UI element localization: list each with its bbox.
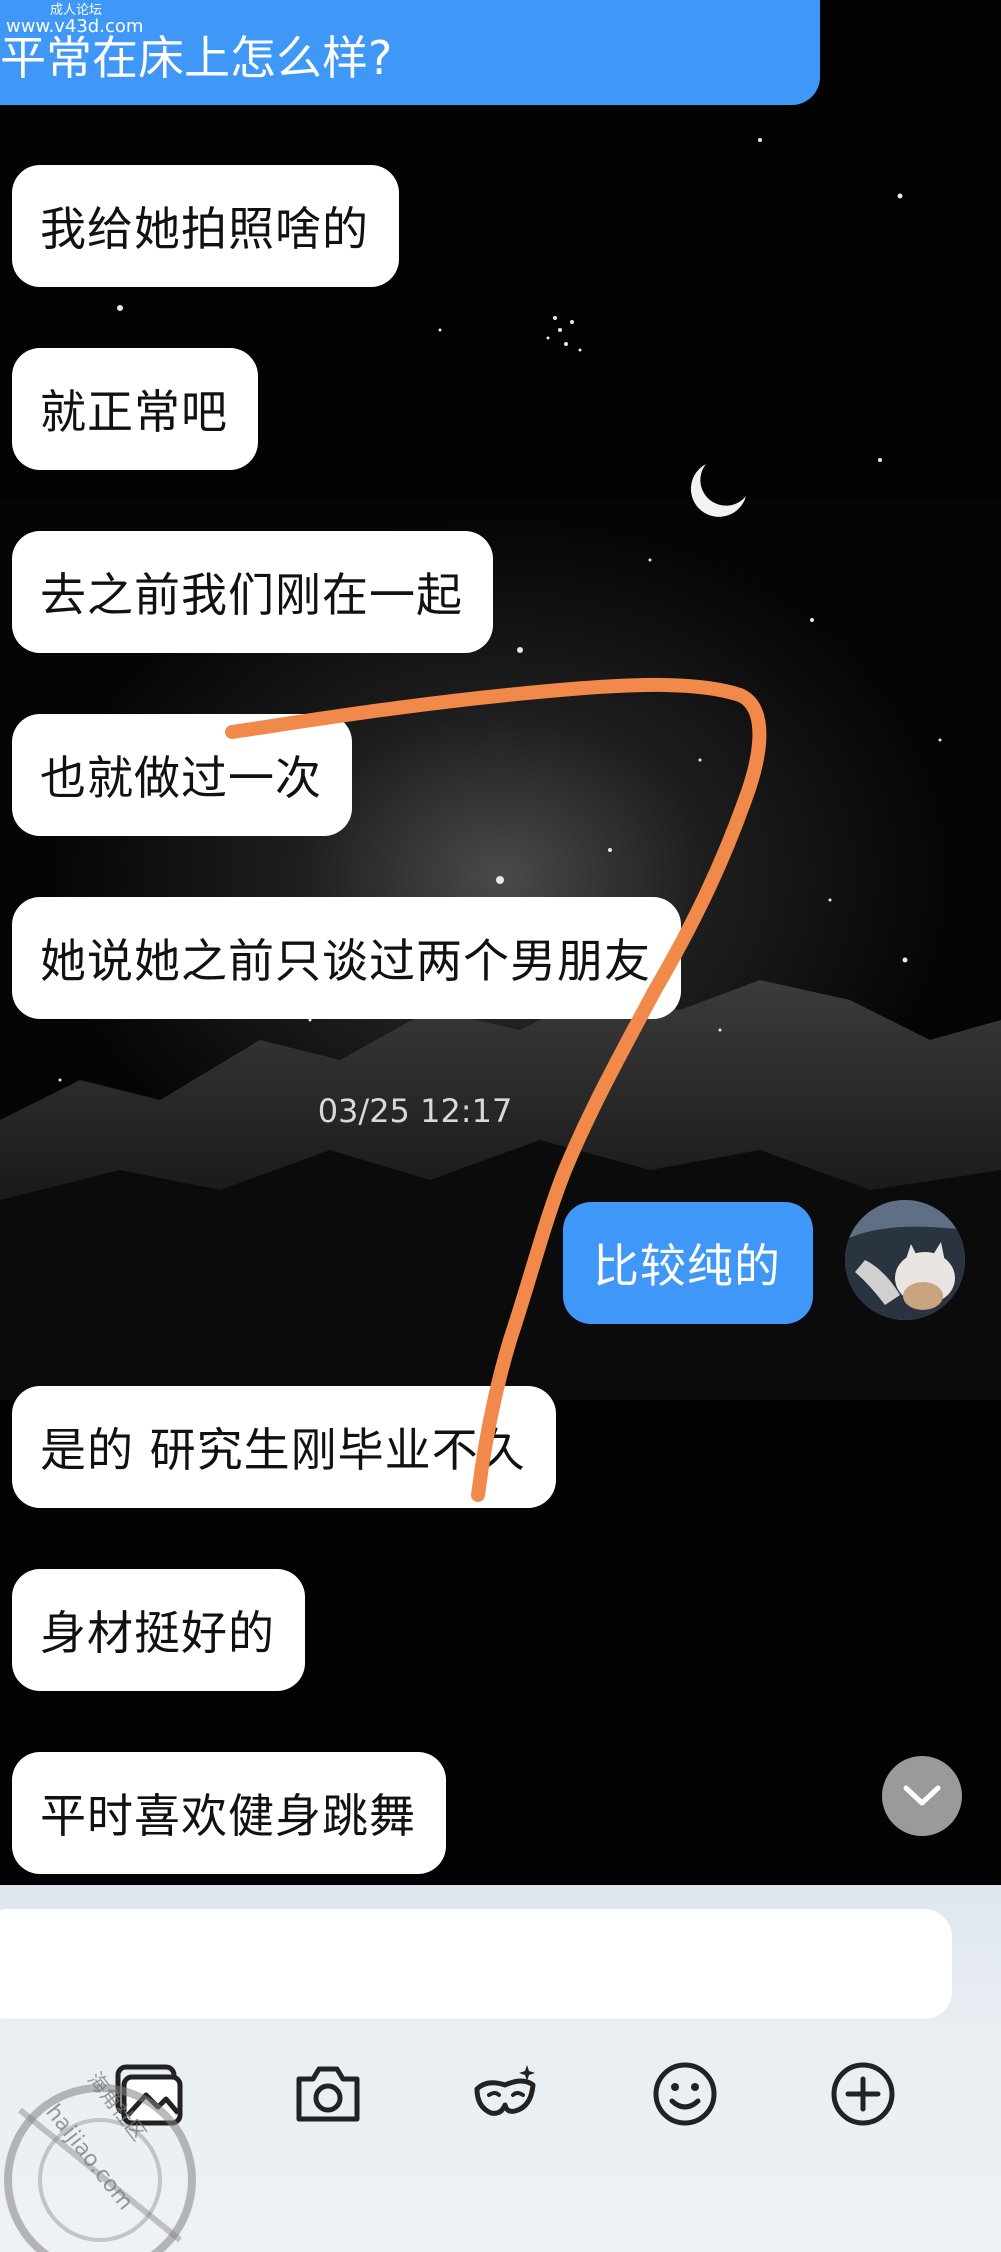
plus-button[interactable] — [818, 2049, 908, 2139]
message-text: 平常在床上怎么样? — [0, 31, 393, 85]
chevron-down-icon — [903, 1785, 941, 1806]
message-text: 比较纯的 — [593, 1239, 781, 1293]
message-text: 平时喜欢健身跳舞 — [40, 1789, 416, 1843]
message-text: 就正常吧 — [40, 385, 228, 439]
message-text: 她说她之前只谈过两个男朋友 — [40, 934, 651, 988]
message-bubble-incoming[interactable]: 是的 研究生刚毕业不久 — [12, 1386, 556, 1508]
mask-icon — [474, 2065, 536, 2116]
emoji-icon — [653, 2062, 717, 2126]
avatar-cat-image — [845, 1200, 965, 1320]
message-bubble-outgoing[interactable]: 比较纯的 — [563, 1202, 813, 1324]
avatar[interactable] — [845, 1200, 965, 1320]
chat-screen: 平常在床上怎么样? 我给她拍照啥的 就正常吧 去之前我们刚在一起 也就做过一次 … — [0, 0, 1001, 2252]
message-text: 是的 研究生刚毕业不久 — [40, 1423, 526, 1477]
message-text: 也就做过一次 — [40, 751, 322, 805]
message-bubble-incoming[interactable]: 身材挺好的 — [12, 1569, 305, 1691]
message-input[interactable] — [0, 1909, 952, 2019]
message-bubble-incoming[interactable]: 就正常吧 — [12, 348, 258, 470]
message-timestamp: 03/25 12:17 — [317, 1092, 513, 1130]
camera-button[interactable] — [283, 2049, 373, 2139]
watermark-top: 成人论坛 www.v43d.com — [6, 3, 144, 37]
message-bubble-incoming[interactable]: 去之前我们刚在一起 — [12, 531, 493, 653]
message-text: 我给她拍照啥的 — [40, 202, 369, 256]
message-bubble-incoming[interactable]: 也就做过一次 — [12, 714, 352, 836]
message-bubble-incoming[interactable]: 她说她之前只谈过两个男朋友 — [12, 897, 681, 1019]
message-bubble-incoming[interactable]: 平时喜欢健身跳舞 — [12, 1752, 446, 1874]
scroll-to-bottom-button[interactable] — [882, 1756, 962, 1836]
plus-icon — [831, 2062, 895, 2126]
message-text: 去之前我们刚在一起 — [40, 568, 463, 622]
message-text: 身材挺好的 — [40, 1606, 275, 1660]
mask-button[interactable] — [461, 2049, 551, 2139]
emoji-button[interactable] — [640, 2049, 730, 2139]
message-bubble-incoming[interactable]: 我给她拍照啥的 — [12, 165, 399, 287]
camera-icon — [296, 2066, 360, 2122]
